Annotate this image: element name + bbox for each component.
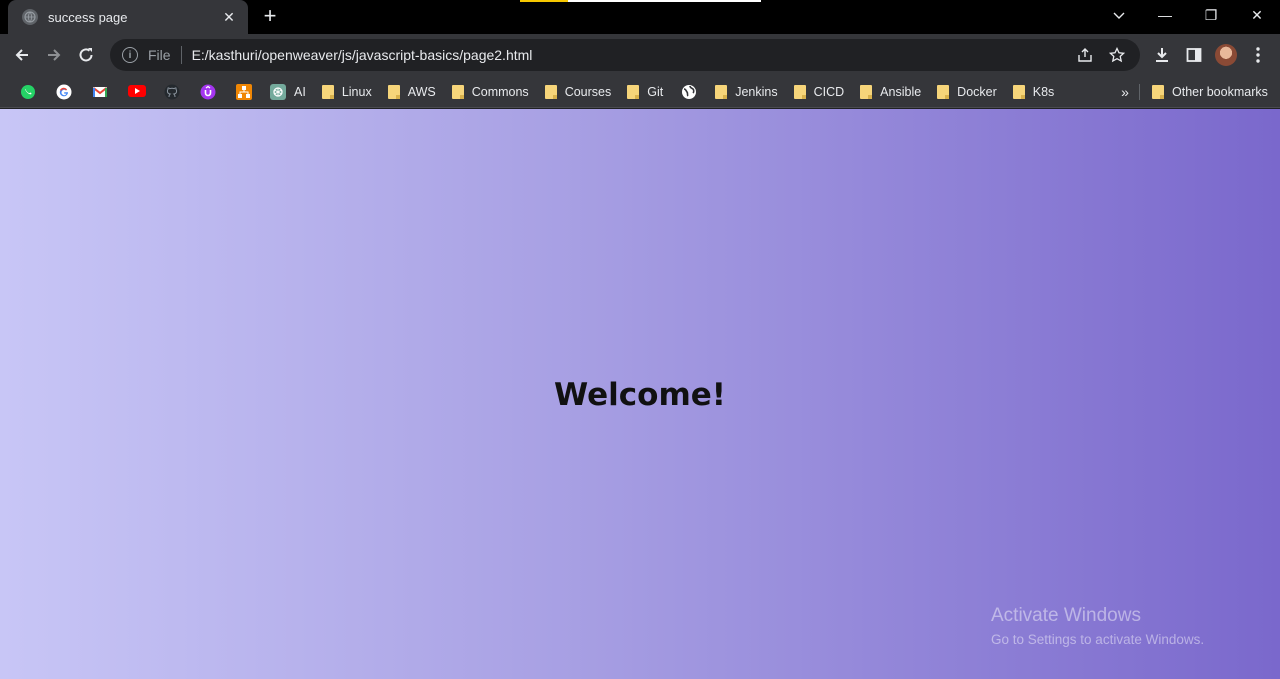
folder-icon	[793, 84, 806, 99]
bookmarks-divider	[1139, 84, 1140, 100]
bookmark-udemy[interactable]	[192, 78, 224, 106]
folder-icon	[321, 84, 334, 99]
tab-search-icon[interactable]	[1104, 0, 1134, 30]
folder-icon	[451, 84, 464, 99]
toolbar: i File E:/kasthuri/openweaver/js/javascr…	[0, 34, 1280, 76]
address-bar[interactable]: i File E:/kasthuri/openweaver/js/javascr…	[110, 39, 1140, 71]
bookmark-linux[interactable]: Linux	[316, 78, 378, 106]
watermark-title: Activate Windows	[991, 605, 1141, 626]
bookmark-label: Linux	[341, 84, 372, 99]
whatsapp-icon	[20, 84, 36, 100]
restore-button[interactable]: ❐	[1188, 0, 1234, 30]
bookmark-jenkins[interactable]: Jenkins	[709, 78, 783, 106]
bookmark-k8s[interactable]: K8s	[1007, 78, 1061, 106]
folder-icon	[937, 84, 950, 99]
forward-button[interactable]	[38, 39, 70, 71]
folder-icon	[1152, 85, 1164, 99]
bookmark-label: Commons	[471, 84, 529, 99]
folder-icon	[1012, 84, 1025, 99]
folder-icon	[860, 84, 873, 99]
info-icon[interactable]: i	[122, 47, 138, 63]
url-text[interactable]: E:/kasthuri/openweaver/js/javascript-bas…	[192, 47, 1064, 63]
folder-icon	[387, 84, 400, 99]
chatgpt-icon	[270, 83, 286, 100]
bookmark-docker[interactable]: Docker	[931, 78, 1003, 106]
bookmark-diagram[interactable]	[228, 78, 260, 106]
bookmark-label: AWS	[407, 84, 436, 99]
tab-success-page[interactable]: success page ✕	[8, 0, 248, 34]
watermark-subtitle: Go to Settings to activate Windows.	[991, 632, 1205, 647]
bookmark-aws[interactable]: AWS	[382, 78, 442, 106]
page-heading: Welcome!	[554, 377, 726, 413]
profile-avatar[interactable]	[1212, 41, 1240, 69]
diagram-icon	[236, 83, 252, 100]
reload-icon	[79, 48, 93, 62]
bookmark-label: CICD	[813, 84, 845, 99]
windows-activation-watermark: Activate Windows Go to Settings to activ…	[991, 605, 1204, 647]
bookmark-courses[interactable]: Courses	[539, 78, 618, 106]
url-scheme-label: File	[148, 47, 171, 63]
reload-button[interactable]	[70, 39, 102, 71]
bookmark-gmail[interactable]	[84, 78, 116, 106]
bookmark-globe[interactable]	[673, 78, 705, 106]
bookmark-label: Git	[647, 84, 664, 99]
download-icon[interactable]	[1148, 41, 1176, 69]
browser-window: success page ✕ + — ❐ ✕ i File E:/kasthur…	[0, 0, 1280, 679]
bookmark-label: AI	[294, 84, 306, 99]
google-icon	[56, 84, 72, 100]
bookmark-label: Jenkins	[735, 84, 778, 99]
close-window-button[interactable]: ✕	[1234, 0, 1280, 30]
github-icon	[164, 84, 180, 100]
menu-kebab-icon[interactable]	[1244, 41, 1272, 69]
bookmark-cicd[interactable]: CICD	[788, 78, 851, 106]
gmail-icon	[92, 84, 108, 100]
new-tab-button[interactable]: +	[258, 5, 282, 29]
more-bookmarks-button[interactable]: »	[1116, 78, 1134, 106]
youtube-icon	[128, 84, 146, 100]
bookmark-git[interactable]: Git	[621, 78, 669, 106]
bookmark-commons[interactable]: Commons	[446, 78, 535, 106]
title-bar-strip	[520, 0, 761, 2]
udemy-icon	[200, 84, 216, 100]
other-bookmarks[interactable]: Other bookmarks	[1146, 78, 1274, 106]
bookmarks-bar: AI Linux AWS Commons Courses Git Jenkins CICD An…	[0, 76, 1280, 108]
address-divider	[180, 46, 182, 64]
bookmark-ai[interactable]: AI	[264, 78, 312, 106]
side-panel-icon[interactable]	[1180, 41, 1208, 69]
back-button[interactable]	[6, 39, 38, 71]
tab-title: success page	[48, 9, 128, 25]
bookmark-label: Ansible	[880, 84, 922, 99]
avatar	[1215, 44, 1237, 66]
bookmark-github[interactable]	[156, 78, 188, 106]
page-content: Welcome! Activate Windows Go to Settings…	[0, 109, 1280, 679]
bookmark-google[interactable]	[48, 78, 80, 106]
minimize-button[interactable]: —	[1142, 0, 1188, 30]
folder-icon	[544, 84, 557, 99]
back-arrow-icon	[15, 49, 28, 61]
globe-icon	[681, 84, 697, 100]
toolbar-actions	[1148, 39, 1272, 71]
bookmark-whatsapp[interactable]	[12, 78, 44, 106]
bookmark-label: Courses	[564, 84, 612, 99]
bookmark-ansible[interactable]: Ansible	[854, 78, 927, 106]
forward-arrow-icon	[48, 49, 61, 61]
bookmark-label: Docker	[957, 84, 997, 99]
other-bookmarks-label: Other bookmarks	[1172, 85, 1268, 99]
globe-icon	[22, 9, 38, 25]
folder-icon	[627, 84, 640, 99]
folder-icon	[715, 84, 728, 99]
window-controls: — ❐ ✕	[1142, 0, 1280, 30]
bookmark-youtube[interactable]	[120, 78, 152, 106]
close-tab-icon[interactable]: ✕	[220, 9, 238, 26]
bookmark-star-icon[interactable]	[1106, 44, 1128, 66]
bookmark-label: K8s	[1032, 84, 1055, 99]
share-icon[interactable]	[1074, 44, 1096, 66]
title-bar: success page ✕ + — ❐ ✕	[0, 0, 1280, 34]
